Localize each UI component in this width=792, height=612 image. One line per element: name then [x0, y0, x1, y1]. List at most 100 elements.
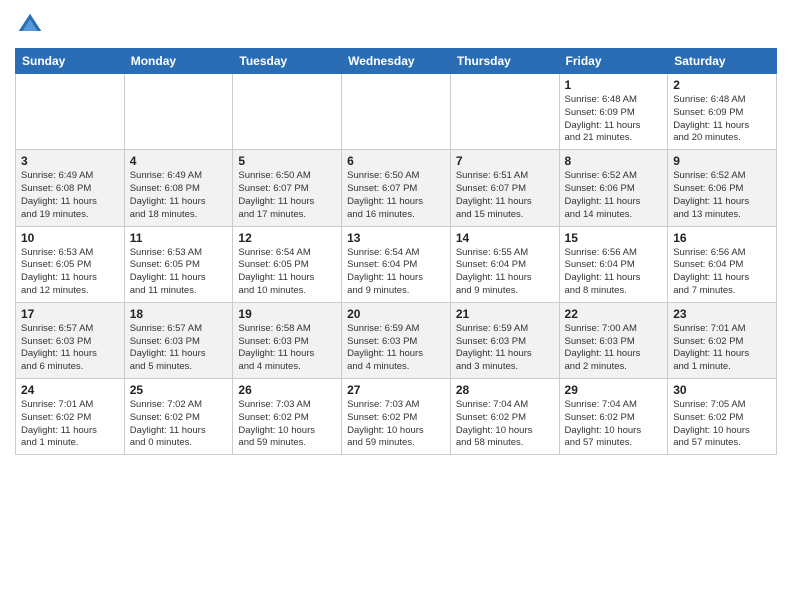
- day-number: 25: [130, 383, 228, 397]
- header: [15, 10, 777, 40]
- day-cell: 4 Sunrise: 6:49 AM Sunset: 6:08 PM Daylig…: [124, 150, 233, 226]
- day-info: Sunrise: 7:03 AM Sunset: 6:02 PM Dayligh…: [238, 399, 336, 450]
- day-info: Sunrise: 7:03 AM Sunset: 6:02 PM Dayligh…: [347, 399, 445, 450]
- day-number: 14: [456, 231, 554, 245]
- week-row-3: 10Sunrise: 6:53 AM Sunset: 6:05 PM Dayli…: [16, 226, 777, 302]
- day-number: 1: [565, 78, 663, 92]
- day-number: 11: [130, 231, 228, 245]
- day-cell: 22 Sunrise: 7:00 AM Sunset: 6:03 PM Dayli…: [559, 302, 668, 378]
- col-header-friday: Friday: [559, 49, 668, 74]
- day-cell: 5 Sunrise: 6:50 AM Sunset: 6:07 PM Daylig…: [233, 150, 342, 226]
- day-cell: 9 Sunrise: 6:52 AM Sunset: 6:06 PM Daylig…: [668, 150, 777, 226]
- day-number: 23: [673, 307, 771, 321]
- day-cell: 12 Sunrise: 6:54 AM Sunset: 6:05 PM Dayli…: [233, 226, 342, 302]
- day-cell: 18 Sunrise: 6:57 AM Sunset: 6:03 PM Dayli…: [124, 302, 233, 378]
- day-cell: 13 Sunrise: 6:54 AM Sunset: 6:04 PM Dayli…: [342, 226, 451, 302]
- day-cell: 15 Sunrise: 6:56 AM Sunset: 6:04 PM Dayli…: [559, 226, 668, 302]
- day-number: 3: [21, 154, 119, 168]
- day-number: 20: [347, 307, 445, 321]
- week-row-2: 3 Sunrise: 6:49 AM Sunset: 6:08 PM Daylig…: [16, 150, 777, 226]
- day-info: Sunrise: 6:50 AM Sunset: 6:07 PM Dayligh…: [238, 170, 336, 221]
- day-cell: 14Sunrise: 6:55 AM Sunset: 6:04 PM Dayli…: [450, 226, 559, 302]
- day-cell: 24 Sunrise: 7:01 AM Sunset: 6:02 PM Dayli…: [16, 379, 125, 455]
- day-cell: 6Sunrise: 6:50 AM Sunset: 6:07 PM Daylig…: [342, 150, 451, 226]
- day-number: 17: [21, 307, 119, 321]
- day-number: 4: [130, 154, 228, 168]
- day-info: Sunrise: 7:00 AM Sunset: 6:03 PM Dayligh…: [565, 323, 663, 374]
- page: SundayMondayTuesdayWednesdayThursdayFrid…: [0, 0, 792, 470]
- day-info: Sunrise: 7:04 AM Sunset: 6:02 PM Dayligh…: [456, 399, 554, 450]
- day-info: Sunrise: 7:01 AM Sunset: 6:02 PM Dayligh…: [673, 323, 771, 374]
- day-cell: [233, 74, 342, 150]
- day-info: Sunrise: 6:51 AM Sunset: 6:07 PM Dayligh…: [456, 170, 554, 221]
- col-header-thursday: Thursday: [450, 49, 559, 74]
- day-info: Sunrise: 7:02 AM Sunset: 6:02 PM Dayligh…: [130, 399, 228, 450]
- day-number: 15: [565, 231, 663, 245]
- col-header-sunday: Sunday: [16, 49, 125, 74]
- week-row-1: 1 Sunrise: 6:48 AM Sunset: 6:09 PM Daylig…: [16, 74, 777, 150]
- week-row-5: 24 Sunrise: 7:01 AM Sunset: 6:02 PM Dayli…: [16, 379, 777, 455]
- day-number: 8: [565, 154, 663, 168]
- day-cell: 28 Sunrise: 7:04 AM Sunset: 6:02 PM Dayli…: [450, 379, 559, 455]
- day-number: 16: [673, 231, 771, 245]
- day-info: Sunrise: 6:54 AM Sunset: 6:04 PM Dayligh…: [347, 247, 445, 298]
- day-cell: 17 Sunrise: 6:57 AM Sunset: 6:03 PM Dayli…: [16, 302, 125, 378]
- day-number: 22: [565, 307, 663, 321]
- day-info: Sunrise: 6:53 AM Sunset: 6:05 PM Dayligh…: [130, 247, 228, 298]
- day-cell: 19 Sunrise: 6:58 AM Sunset: 6:03 PM Dayli…: [233, 302, 342, 378]
- day-info: Sunrise: 6:59 AM Sunset: 6:03 PM Dayligh…: [347, 323, 445, 374]
- day-cell: 2Sunrise: 6:48 AM Sunset: 6:09 PM Daylig…: [668, 74, 777, 150]
- day-info: Sunrise: 7:05 AM Sunset: 6:02 PM Dayligh…: [673, 399, 771, 450]
- day-number: 27: [347, 383, 445, 397]
- day-info: Sunrise: 6:58 AM Sunset: 6:03 PM Dayligh…: [238, 323, 336, 374]
- day-number: 7: [456, 154, 554, 168]
- day-info: Sunrise: 6:57 AM Sunset: 6:03 PM Dayligh…: [21, 323, 119, 374]
- day-cell: 16 Sunrise: 6:56 AM Sunset: 6:04 PM Dayli…: [668, 226, 777, 302]
- day-number: 26: [238, 383, 336, 397]
- day-info: Sunrise: 6:53 AM Sunset: 6:05 PM Dayligh…: [21, 247, 119, 298]
- column-headers: SundayMondayTuesdayWednesdayThursdayFrid…: [16, 49, 777, 74]
- day-cell: 7 Sunrise: 6:51 AM Sunset: 6:07 PM Daylig…: [450, 150, 559, 226]
- day-number: 19: [238, 307, 336, 321]
- day-info: Sunrise: 6:56 AM Sunset: 6:04 PM Dayligh…: [565, 247, 663, 298]
- day-number: 13: [347, 231, 445, 245]
- day-cell: 27 Sunrise: 7:03 AM Sunset: 6:02 PM Dayli…: [342, 379, 451, 455]
- day-info: Sunrise: 6:49 AM Sunset: 6:08 PM Dayligh…: [21, 170, 119, 221]
- day-number: 12: [238, 231, 336, 245]
- day-info: Sunrise: 6:52 AM Sunset: 6:06 PM Dayligh…: [673, 170, 771, 221]
- day-number: 24: [21, 383, 119, 397]
- day-cell: 21Sunrise: 6:59 AM Sunset: 6:03 PM Dayli…: [450, 302, 559, 378]
- col-header-wednesday: Wednesday: [342, 49, 451, 74]
- day-info: Sunrise: 7:04 AM Sunset: 6:02 PM Dayligh…: [565, 399, 663, 450]
- day-cell: 25 Sunrise: 7:02 AM Sunset: 6:02 PM Dayli…: [124, 379, 233, 455]
- day-cell: 30Sunrise: 7:05 AM Sunset: 6:02 PM Dayli…: [668, 379, 777, 455]
- day-info: Sunrise: 6:59 AM Sunset: 6:03 PM Dayligh…: [456, 323, 554, 374]
- day-info: Sunrise: 6:57 AM Sunset: 6:03 PM Dayligh…: [130, 323, 228, 374]
- day-info: Sunrise: 6:56 AM Sunset: 6:04 PM Dayligh…: [673, 247, 771, 298]
- col-header-saturday: Saturday: [668, 49, 777, 74]
- day-info: Sunrise: 6:48 AM Sunset: 6:09 PM Dayligh…: [673, 94, 771, 145]
- day-cell: 1 Sunrise: 6:48 AM Sunset: 6:09 PM Daylig…: [559, 74, 668, 150]
- day-cell: [342, 74, 451, 150]
- day-info: Sunrise: 7:01 AM Sunset: 6:02 PM Dayligh…: [21, 399, 119, 450]
- logo: [15, 10, 49, 40]
- day-number: 28: [456, 383, 554, 397]
- day-info: Sunrise: 6:54 AM Sunset: 6:05 PM Dayligh…: [238, 247, 336, 298]
- day-cell: 10Sunrise: 6:53 AM Sunset: 6:05 PM Dayli…: [16, 226, 125, 302]
- day-cell: 26 Sunrise: 7:03 AM Sunset: 6:02 PM Dayli…: [233, 379, 342, 455]
- day-info: Sunrise: 6:48 AM Sunset: 6:09 PM Dayligh…: [565, 94, 663, 145]
- day-cell: [124, 74, 233, 150]
- day-info: Sunrise: 6:49 AM Sunset: 6:08 PM Dayligh…: [130, 170, 228, 221]
- day-info: Sunrise: 6:52 AM Sunset: 6:06 PM Dayligh…: [565, 170, 663, 221]
- logo-icon: [15, 10, 45, 40]
- day-cell: 29Sunrise: 7:04 AM Sunset: 6:02 PM Dayli…: [559, 379, 668, 455]
- day-number: 5: [238, 154, 336, 168]
- day-cell: 23 Sunrise: 7:01 AM Sunset: 6:02 PM Dayli…: [668, 302, 777, 378]
- day-cell: 20 Sunrise: 6:59 AM Sunset: 6:03 PM Dayli…: [342, 302, 451, 378]
- day-number: 18: [130, 307, 228, 321]
- day-cell: 8 Sunrise: 6:52 AM Sunset: 6:06 PM Daylig…: [559, 150, 668, 226]
- day-info: Sunrise: 6:50 AM Sunset: 6:07 PM Dayligh…: [347, 170, 445, 221]
- day-number: 9: [673, 154, 771, 168]
- col-header-monday: Monday: [124, 49, 233, 74]
- week-row-4: 17 Sunrise: 6:57 AM Sunset: 6:03 PM Dayli…: [16, 302, 777, 378]
